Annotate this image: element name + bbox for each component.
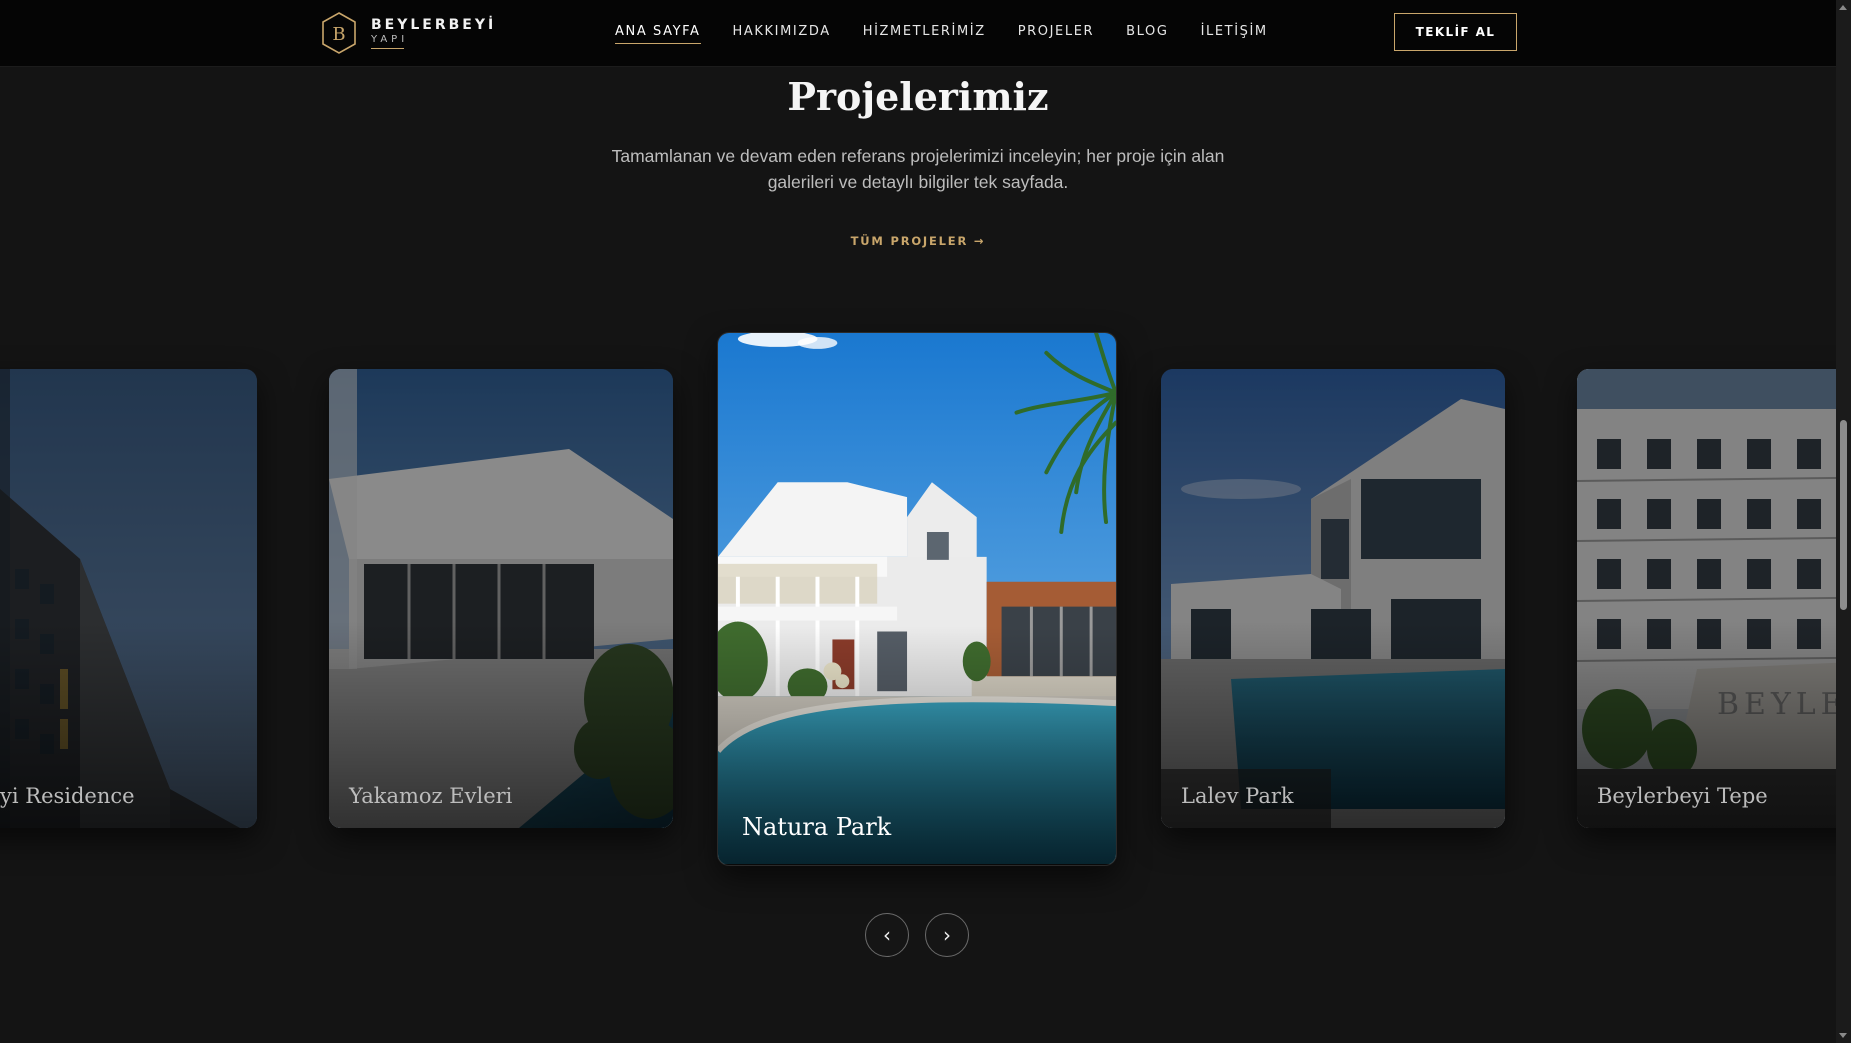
nav-item-blog[interactable]: BLOG — [1126, 20, 1168, 43]
project-name: Beylerbeyi Tepe — [1597, 784, 1768, 808]
project-card[interactable]: Yakamoz Evleri — [329, 369, 673, 828]
logo-hexagon-icon: B — [322, 12, 356, 54]
chevron-right-icon: › — [943, 923, 951, 947]
main-nav: ANA SAYFA HAKKIMIZDA HİZMETLERİMİZ PROJE… — [615, 0, 1300, 63]
logo-name: BEYLERBEYİ — [371, 17, 497, 33]
carousel-controls: ‹ › — [865, 913, 985, 957]
site-header: B BEYLERBEYİ YAPI ANA SAYFA HAKKIMIZDA H… — [0, 0, 1836, 67]
scroll-thumb[interactable] — [1840, 420, 1847, 610]
scroll-down-arrow-icon[interactable] — [1839, 1033, 1847, 1038]
nav-item-hizmetlerimiz[interactable]: HİZMETLERİMİZ — [863, 20, 986, 43]
svg-text:B: B — [332, 24, 345, 45]
scroll-up-arrow-icon[interactable] — [1839, 5, 1847, 10]
page-scrollbar[interactable] — [1836, 0, 1851, 1043]
logo[interactable]: B BEYLERBEYİ YAPI — [321, 10, 496, 56]
section-title: Projelerimiz — [787, 74, 1049, 119]
project-name: Yakamoz Evleri — [349, 784, 513, 808]
carousel-prev-button[interactable]: ‹ — [865, 913, 909, 957]
chevron-left-icon: ‹ — [883, 923, 891, 947]
get-quote-button[interactable]: TEKLİF AL — [1394, 13, 1517, 51]
project-name: yi Residence — [0, 784, 135, 808]
project-card[interactable]: yi Residence — [0, 369, 257, 828]
all-projects-link[interactable]: TÜM PROJELER → — [0, 234, 1836, 248]
nav-item-hakkimizda[interactable]: HAKKIMIZDA — [733, 20, 831, 43]
project-card[interactable]: BEYLE Beylerbeyi Tepe — [1577, 369, 1851, 828]
nav-item-ana-sayfa[interactable]: ANA SAYFA — [615, 20, 701, 44]
project-name: Natura Park — [742, 813, 892, 841]
nav-item-projeler[interactable]: PROJELER — [1018, 20, 1094, 43]
section-subtitle: Tamamlanan ve devam eden referans projel… — [611, 146, 1225, 192]
project-card-active[interactable]: Natura Park — [717, 332, 1117, 866]
nav-item-iletisim[interactable]: İLETİŞİM — [1201, 20, 1268, 43]
project-card[interactable]: Lalev Park — [1161, 369, 1505, 828]
logo-sub: YAPI — [371, 34, 404, 49]
project-name: Lalev Park — [1181, 784, 1294, 808]
carousel-next-button[interactable]: › — [925, 913, 969, 957]
